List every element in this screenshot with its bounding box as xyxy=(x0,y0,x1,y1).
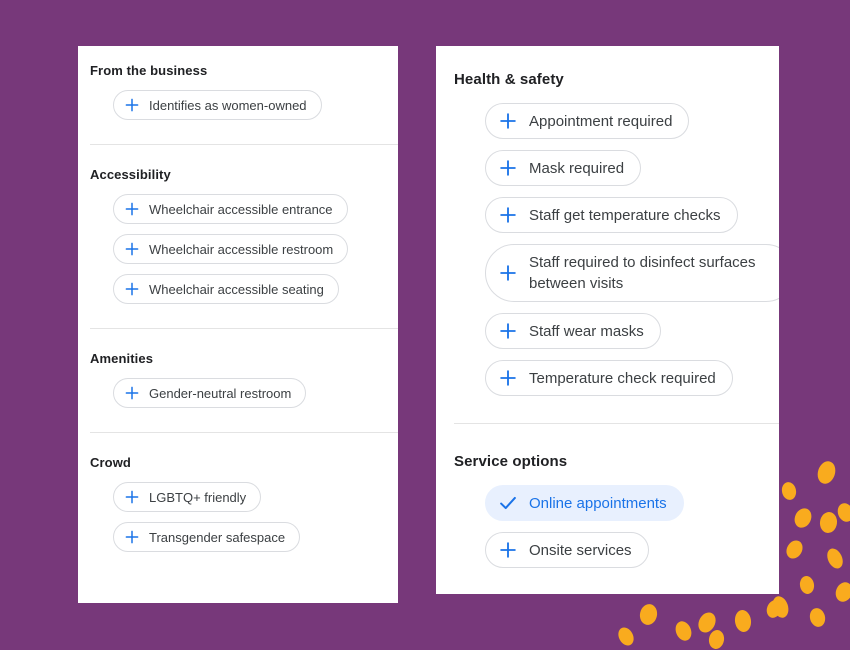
chip-list: LGBTQ+ friendly Transgender safespace xyxy=(78,482,398,562)
confetti-dot xyxy=(818,510,839,535)
chip-label: Wheelchair accessible entrance xyxy=(149,201,333,217)
chip-label: Temperature check required xyxy=(529,369,716,387)
attribute-chip[interactable]: Onsite services xyxy=(485,532,649,568)
section-title: Accessibility xyxy=(90,167,171,182)
plus-icon xyxy=(497,539,519,561)
confetti-dot xyxy=(695,609,719,636)
plus-icon xyxy=(123,96,141,114)
chip-label: Staff wear masks xyxy=(529,322,644,340)
confetti-dot xyxy=(807,606,828,629)
health-and-service-panel: Health & safety Appointment required Mask … xyxy=(436,46,779,594)
section-divider xyxy=(90,432,398,433)
attribute-chip[interactable]: Online appointments xyxy=(485,485,684,521)
attribute-chip[interactable]: Appointment required xyxy=(485,103,690,139)
confetti-dot xyxy=(638,602,659,627)
plus-icon xyxy=(497,320,519,342)
attribute-chip[interactable]: LGBTQ+ friendly xyxy=(113,482,262,512)
chip-label: Mask required xyxy=(529,159,625,177)
attribute-chip[interactable]: Staff get temperature checks xyxy=(485,197,738,233)
confetti-dot xyxy=(780,480,798,502)
confetti-dot xyxy=(783,537,806,562)
chip-list: Appointment required Mask required Staff g… xyxy=(436,103,779,407)
chip-list: Gender-neutral restroom xyxy=(78,378,398,418)
attribute-chip[interactable]: Wheelchair accessible restroom xyxy=(113,234,349,264)
chip-list: Identifies as women-owned xyxy=(78,90,398,130)
section-service-options: Service options Online appointments Onsite… xyxy=(436,453,779,579)
chip-label: Identifies as women-owned xyxy=(149,97,307,113)
plus-icon xyxy=(497,110,519,132)
plus-icon xyxy=(123,240,141,258)
attribute-chip[interactable]: Staff required to disinfect surfaces bet… xyxy=(485,244,779,302)
confetti-dot xyxy=(764,598,784,620)
chip-list: Wheelchair accessible entrance Wheelchair… xyxy=(78,194,398,314)
section-title: Service options xyxy=(454,453,568,470)
confetti-dot xyxy=(814,458,839,487)
section-title: Health & safety xyxy=(454,71,564,88)
section-title: Amenities xyxy=(90,351,154,366)
chip-label: Appointment required xyxy=(529,112,673,130)
attribute-chip[interactable]: Wheelchair accessible seating xyxy=(113,274,339,304)
confetti-dot xyxy=(672,618,695,644)
plus-icon xyxy=(123,528,141,546)
confetti-dot xyxy=(835,501,850,524)
check-icon xyxy=(497,492,519,514)
confetti-dot xyxy=(733,608,753,634)
section-divider xyxy=(90,328,398,329)
chip-label: Transgender safespace xyxy=(149,529,286,545)
chip-label: Gender-neutral restroom xyxy=(149,385,292,401)
chip-label: Onsite services xyxy=(529,541,632,559)
section-divider xyxy=(454,423,779,424)
section-amenities: Amenities Gender-neutral restroom xyxy=(78,351,398,418)
confetti-dot xyxy=(791,505,815,531)
confetti-dot xyxy=(798,574,816,596)
chip-label: Staff required to disinfect surfaces bet… xyxy=(529,254,756,292)
chip-label: Staff get temperature checks xyxy=(529,206,721,224)
chip-label: Wheelchair accessible restroom xyxy=(149,241,334,257)
attribute-chip[interactable]: Temperature check required xyxy=(485,360,733,396)
section-health-safety: Health & safety Appointment required Mask … xyxy=(436,71,779,407)
section-accessibility: Accessibility Wheelchair accessible entra… xyxy=(78,167,398,314)
attribute-chip[interactable]: Staff wear masks xyxy=(485,313,661,349)
confetti-dot xyxy=(769,594,792,620)
attribute-chip[interactable]: Wheelchair accessible entrance xyxy=(113,194,348,224)
plus-icon xyxy=(123,488,141,506)
attribute-chip[interactable]: Gender-neutral restroom xyxy=(113,378,307,408)
plus-icon xyxy=(123,280,141,298)
chip-label: Wheelchair accessible seating xyxy=(149,281,324,297)
attribute-chip[interactable]: Mask required xyxy=(485,150,642,186)
plus-icon xyxy=(123,200,141,218)
chip-list: Online appointments Onsite services xyxy=(436,485,779,579)
confetti-dot xyxy=(707,628,726,650)
section-title: From the business xyxy=(90,63,208,78)
section-from-the-business: From the business Identifies as women-own… xyxy=(78,63,398,130)
section-title: Crowd xyxy=(90,455,131,470)
plus-icon xyxy=(123,384,141,402)
attribute-chip[interactable]: Identifies as women-owned xyxy=(113,90,322,120)
section-crowd: Crowd LGBTQ+ friendly Transgender safespac… xyxy=(78,455,398,562)
business-attributes-panel: From the business Identifies as women-own… xyxy=(78,46,398,603)
confetti-dot xyxy=(824,546,846,571)
attribute-chip[interactable]: Transgender safespace xyxy=(113,522,301,552)
plus-icon xyxy=(497,367,519,389)
plus-icon xyxy=(497,204,519,226)
plus-icon xyxy=(497,262,519,284)
chip-label: LGBTQ+ friendly xyxy=(149,489,247,505)
chip-label: Online appointments xyxy=(529,494,667,512)
confetti-dot xyxy=(615,624,637,649)
section-divider xyxy=(90,144,398,145)
plus-icon xyxy=(497,157,519,179)
confetti-dot xyxy=(832,579,850,605)
